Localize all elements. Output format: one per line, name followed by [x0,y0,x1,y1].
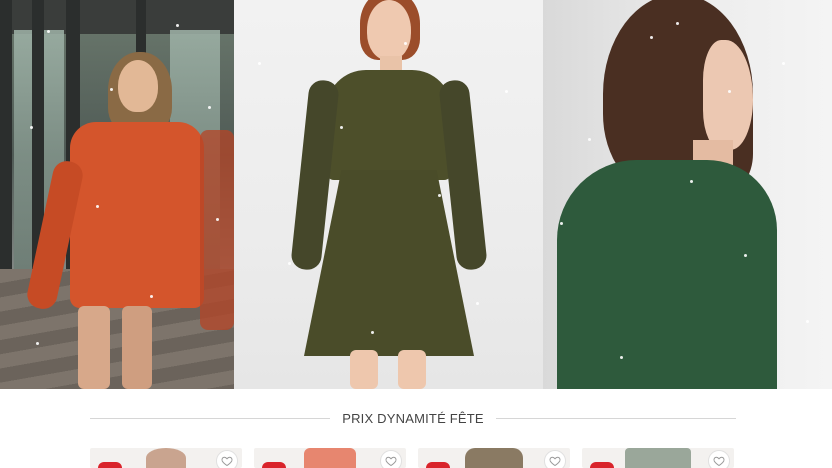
model-leg [398,350,426,389]
snow-dot [176,24,179,27]
model-leg [122,306,152,389]
heart-icon [221,456,233,467]
snow-dot [404,42,407,45]
snow-dot [806,320,809,323]
orange-dress [70,122,204,308]
model-face [118,60,158,112]
green-print-blouse [557,160,777,389]
product-carousel [90,448,736,468]
promo-badge [426,462,450,468]
snow-dot [47,30,50,33]
snow-dot [216,218,219,221]
section-title-label: PRIX DYNAMITÉ FÊTE [342,410,484,426]
model-face [367,0,411,60]
hero-panel-olive-print-dress[interactable] [234,0,543,389]
product-image[interactable] [625,448,691,468]
product-card[interactable] [254,448,406,468]
snow-dot [676,22,679,25]
dress-bodice [326,70,452,180]
product-image[interactable] [465,448,523,468]
hero-banner[interactable] [0,0,832,389]
promo-badge [590,462,614,468]
snow-dot [505,90,508,93]
snow-dot [560,222,563,225]
product-image[interactable] [304,448,356,468]
snow-dot [438,194,441,197]
snow-dot [110,88,113,91]
snow-dot [36,342,39,345]
heart-icon [549,456,561,467]
section-title: PRIX DYNAMITÉ FÊTE [90,406,736,430]
snow-dot [744,254,747,257]
snow-dot [96,205,99,208]
hero-panel-orange-dress[interactable] [0,0,234,389]
snow-dot [782,62,785,65]
product-card[interactable] [418,448,570,468]
favorite-button[interactable] [708,450,730,468]
promo-badge [262,462,286,468]
snow-dot [30,126,33,129]
mirror-reflection [200,130,234,330]
snow-dot [371,331,374,334]
hero-panel-green-print-blouse[interactable] [543,0,832,389]
heart-icon [385,456,397,467]
dress-skirt [304,170,474,356]
favorite-button[interactable] [380,450,402,468]
page: PRIX DYNAMITÉ FÊTE [0,0,832,468]
snow-dot [340,126,343,129]
product-card[interactable] [90,448,242,468]
snow-dot [476,302,479,305]
snow-dot [650,36,653,39]
snow-dot [208,106,211,109]
model-leg [350,350,378,389]
snow-dot [288,262,291,265]
model-leg [78,306,110,389]
snow-dot [150,295,153,298]
snow-dot [258,62,261,65]
promo-badge [98,462,122,468]
snow-dot [728,90,731,93]
snow-dot [588,138,591,141]
favorite-button[interactable] [544,450,566,468]
divider-left [90,417,331,419]
snow-dot [690,180,693,183]
product-image[interactable] [146,448,186,468]
favorite-button[interactable] [216,450,238,468]
product-card[interactable] [582,448,734,468]
heart-icon [713,456,725,467]
snow-dot [620,356,623,359]
divider-right [495,417,736,419]
